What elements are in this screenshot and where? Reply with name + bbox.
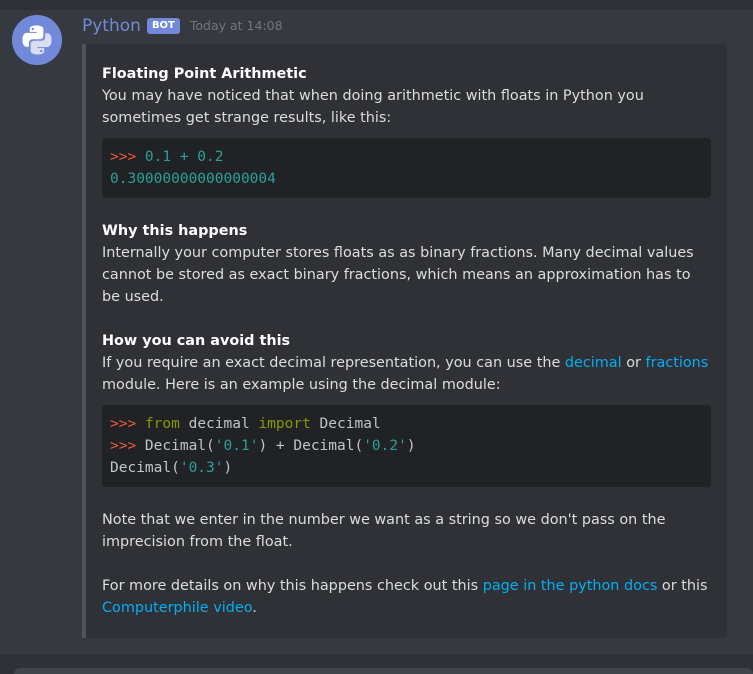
bot-badge: BOT: [146, 18, 180, 34]
text-span: .: [252, 600, 257, 616]
text-span: If you require an exact decimal represen…: [102, 355, 565, 371]
section-text: If you require an exact decimal represen…: [102, 352, 711, 396]
code-text: ) + Decimal(: [258, 438, 364, 454]
python-logo-icon[interactable]: [12, 15, 62, 65]
code-prompt: >>>: [110, 416, 137, 432]
timestamp[interactable]: Today at 14:08: [190, 14, 283, 38]
code-block: >>> 0.1 + 0.2 0.30000000000000004: [102, 138, 711, 198]
code-block: >>> from decimal import Decimal >>> Deci…: [102, 405, 711, 487]
computerphile-video-link[interactable]: Computerphile video: [102, 600, 252, 616]
code-output: 0.30000000000000004: [110, 171, 276, 187]
section-title: Floating Point Arithmetic: [102, 66, 307, 82]
section-text: You may have noticed that when doing ari…: [102, 88, 644, 126]
embed: Floating Point Arithmetic You may have n…: [82, 44, 727, 638]
code-prompt: >>>: [110, 149, 137, 165]
message-input-edge[interactable]: [14, 668, 753, 674]
code-text: Decimal: [310, 416, 381, 432]
section-text: Note that we enter in the number we want…: [102, 512, 666, 550]
text-span: or: [621, 355, 646, 371]
code-text: Decimal(: [110, 460, 180, 476]
section-title: How you can avoid this: [102, 333, 291, 349]
fractions-link[interactable]: fractions: [646, 355, 709, 371]
code-string: '0.1': [214, 438, 259, 454]
username[interactable]: Python: [82, 14, 141, 38]
text-span: module. Here is an example using the dec…: [102, 377, 501, 393]
section-text: Internally your computer stores floats a…: [102, 245, 694, 305]
code-string: '0.3': [179, 460, 224, 476]
section-text: For more details on why this happens che…: [102, 575, 711, 619]
message-header: Python BOT Today at 14:08: [82, 14, 283, 38]
text-span: or this: [657, 578, 708, 594]
code-text: decimal: [179, 416, 259, 432]
code-text: Decimal(: [136, 438, 215, 454]
embed-description: Floating Point Arithmetic You may have n…: [102, 63, 711, 619]
code-prompt: >>>: [110, 438, 137, 454]
code-keyword: import: [258, 416, 311, 432]
python-docs-link[interactable]: page in the python docs: [483, 578, 658, 594]
previous-message-strip: [0, 0, 753, 10]
code-keyword: from: [144, 416, 180, 432]
section-title: Why this happens: [102, 223, 248, 239]
code-text: ): [406, 438, 416, 454]
code-string: '0.2': [363, 438, 407, 454]
decimal-link[interactable]: decimal: [565, 355, 622, 371]
text-span: For more details on why this happens che…: [102, 578, 483, 594]
code-text: 0.1 + 0.2: [136, 149, 224, 165]
code-text: ): [223, 460, 233, 476]
